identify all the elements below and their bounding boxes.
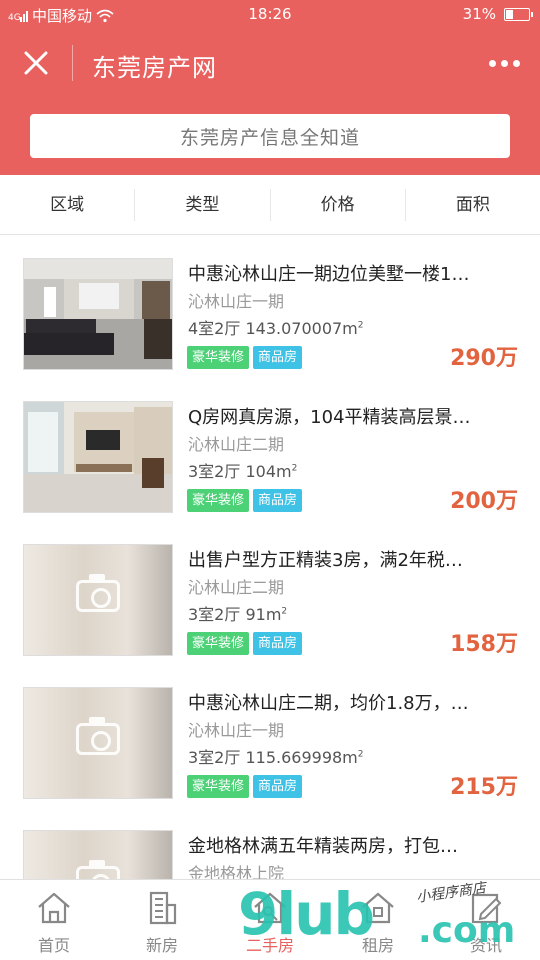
tag-type: 商品房 [253, 775, 303, 798]
listing-price: 215万 [450, 775, 518, 800]
area-unit: m [342, 748, 358, 767]
listing-layout: 3室2厅 [188, 605, 241, 624]
listing-tags: 豪华装修 商品房 [187, 346, 303, 369]
listing-tags: 豪华装修 商品房 [187, 632, 303, 655]
listing-photo [23, 258, 173, 370]
tab-home[interactable]: 首页 [0, 880, 108, 960]
listing-spec: 3室2厅 91m2 [188, 601, 287, 625]
listing-title: 中惠沁林山庄一期边位美墅一楼1… [188, 264, 470, 285]
rent-house-icon [362, 892, 394, 924]
listing-area: 143.070007 [245, 319, 343, 338]
listing-price: 158万 [450, 632, 518, 657]
tab-label: 租房 [361, 936, 394, 955]
area-unit-sup: 2 [357, 749, 364, 760]
area-unit-sup: 2 [291, 463, 298, 474]
tab-bar: 首页 新房 二手房 租房 资讯 [0, 879, 540, 960]
listing-layout: 3室2厅 [188, 748, 241, 767]
listing-photo [23, 401, 173, 513]
listing-community: 沁林山庄二期 [188, 435, 285, 454]
listing-community: 沁林山庄二期 [188, 578, 285, 597]
area-unit: m [342, 319, 358, 338]
tab-label: 首页 [37, 936, 70, 955]
listing-area: 115.669998 [245, 748, 343, 767]
tab-label: 新房 [145, 936, 178, 955]
battery-icon [504, 7, 533, 21]
listing-community: 沁林山庄一期 [188, 292, 285, 311]
filter-type[interactable]: 类型 [135, 188, 271, 221]
listing-spec: 3室2厅 115.669998m2 [188, 744, 364, 768]
listing-price: 200万 [450, 489, 518, 514]
listing-item[interactable]: 中惠沁林山庄二期，均价1.8万，… 沁林山庄一期 3室2厅 115.669998… [0, 665, 540, 808]
listing-title: 中惠沁林山庄二期，均价1.8万，… [188, 693, 469, 714]
listing-photo-placeholder [23, 687, 173, 799]
area-unit: m [265, 605, 282, 624]
more-dot-icon [512, 59, 520, 67]
listing-community: 金地格林上院 [188, 864, 285, 879]
camera-icon [76, 717, 120, 755]
building-icon [149, 891, 177, 925]
listing-list: 中惠沁林山庄一期边位美墅一楼1… 沁林山庄一期 4室2厅 143.070007m… [0, 236, 540, 879]
tab-news[interactable]: 资讯 [432, 880, 540, 960]
camera-icon [76, 860, 120, 879]
status-bar: 4G 中国移动 18:26 31% [0, 0, 540, 30]
listing-area: 91 [245, 605, 266, 624]
filter-bar: 区域 类型 价格 面积 [0, 175, 540, 235]
more-dot-icon [488, 59, 496, 67]
listing-title: 金地格林满五年精装两房，打包… [188, 836, 458, 857]
tab-label: 二手房 [245, 936, 294, 955]
listing-layout: 3室2厅 [188, 462, 241, 481]
listing-layout: 4室2厅 [188, 319, 241, 338]
tag-decoration: 豪华装修 [187, 346, 250, 369]
more-dot-icon [500, 59, 508, 67]
listing-photo-placeholder [23, 544, 173, 656]
listing-tags: 豪华装修 商品房 [187, 489, 303, 512]
listing-community: 沁林山庄一期 [188, 721, 285, 740]
tab-new-homes[interactable]: 新房 [108, 880, 216, 960]
search-input[interactable]: 东莞房产信息全知道 [30, 114, 510, 158]
tab-label: 资讯 [469, 936, 502, 955]
key-house-icon [254, 892, 286, 924]
page-title: 东莞房产网 [92, 54, 217, 82]
filter-area[interactable]: 面积 [406, 189, 540, 221]
nav-divider [72, 45, 73, 81]
camera-icon [76, 574, 120, 612]
listing-area: 104 [245, 462, 277, 481]
listing-spec: 3室2厅 104m2 [188, 458, 297, 482]
area-unit-sup: 2 [357, 320, 364, 331]
battery-percent: 31% [462, 5, 496, 23]
listing-photo-placeholder [23, 830, 173, 879]
listing-title: Q房网真房源，104平精装高层景… [188, 407, 471, 428]
tag-type: 商品房 [253, 632, 303, 655]
filter-price[interactable]: 价格 [271, 188, 406, 221]
listing-item[interactable]: 金地格林满五年精装两房，打包… 金地格林上院 [0, 808, 540, 879]
listing-title: 出售户型方正精装3房，满2年税… [188, 550, 463, 571]
filter-region[interactable]: 区域 [0, 188, 136, 221]
tag-type: 商品房 [253, 346, 303, 369]
listing-price: 290万 [450, 346, 518, 371]
tab-second-hand[interactable]: 二手房 [216, 880, 324, 960]
tag-decoration: 豪华装修 [187, 489, 250, 512]
close-icon [24, 51, 48, 75]
tab-rent[interactable]: 租房 [324, 880, 432, 960]
clock: 18:26 [248, 5, 292, 23]
tag-type: 商品房 [253, 489, 303, 512]
listing-item[interactable]: Q房网真房源，104平精装高层景… 沁林山庄二期 3室2厅 104m2 豪华装修… [0, 379, 540, 522]
listing-tags: 豪华装修 商品房 [187, 775, 303, 798]
listing-item[interactable]: 出售户型方正精装3房，满2年税… 沁林山庄二期 3室2厅 91m2 豪华装修 商… [0, 522, 540, 665]
home-icon [38, 892, 70, 924]
close-button[interactable] [16, 46, 56, 80]
listing-item[interactable]: 中惠沁林山庄一期边位美墅一楼1… 沁林山庄一期 4室2厅 143.070007m… [0, 236, 540, 379]
area-unit: m [276, 462, 292, 481]
tag-decoration: 豪华装修 [187, 632, 250, 655]
area-unit-sup: 2 [281, 606, 288, 617]
listing-spec: 4室2厅 143.070007m2 [188, 315, 364, 339]
nav-bar: 东莞房产网 [0, 30, 540, 96]
tag-decoration: 豪华装修 [187, 775, 250, 798]
more-button[interactable] [484, 50, 524, 76]
header: 东莞房产网 东莞房产信息全知道 [0, 30, 540, 175]
edit-news-icon [471, 893, 502, 924]
